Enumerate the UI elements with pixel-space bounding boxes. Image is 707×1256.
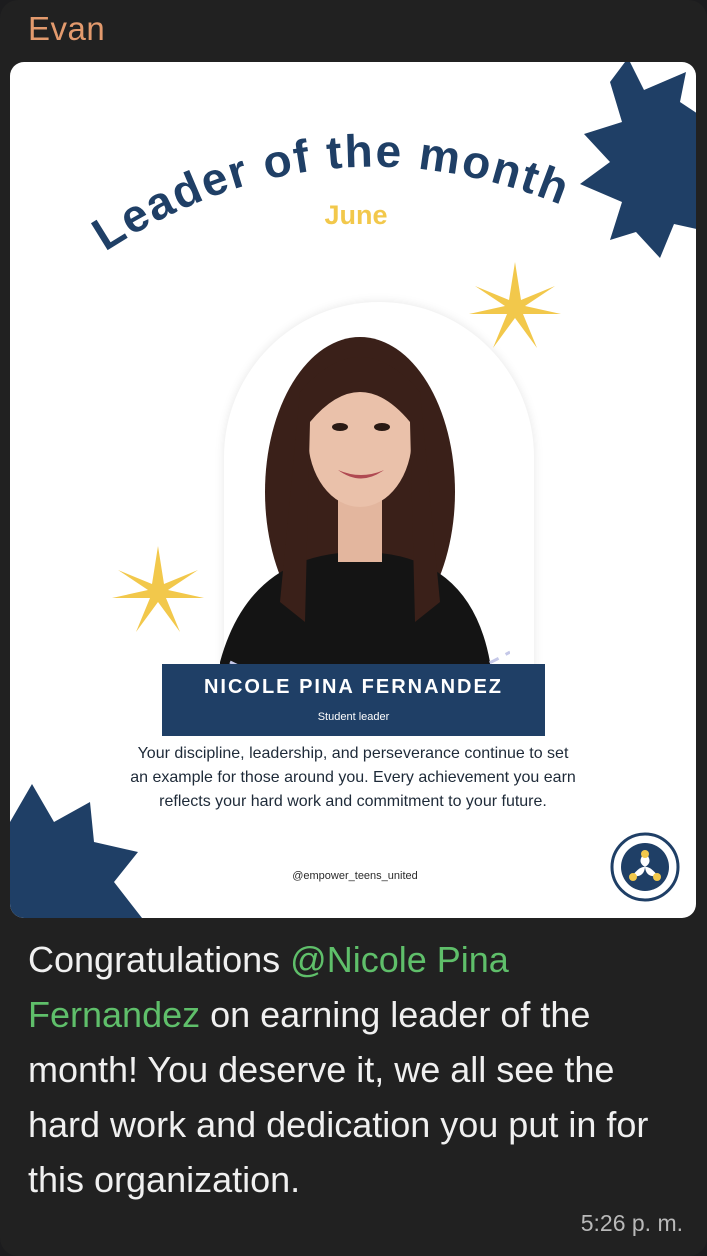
message-caption: Congratulations @Nicole Pina Fernandez o… [28,932,688,1207]
svg-text:Leader of the month: Leader of the month [83,124,578,260]
message-bubble[interactable]: Evan Leader of the month June NICOLE PIN… [0,0,707,1256]
month-text: June [324,200,387,230]
caption-prefix: Congratulations [28,939,291,980]
card-body-text: Your discipline, leadership, and perseve… [130,745,576,810]
student-name: NICOLE PINA FERNANDEZ [203,676,504,698]
shared-image-card[interactable]: Leader of the month June NICOLE PINA FER… [10,62,696,918]
organization-logo-icon [610,832,680,902]
headline-text: Leader of the month [83,124,576,260]
instagram-handle: @empower_teens_united [292,870,418,882]
sender-name[interactable]: Evan [28,10,105,48]
student-role: Student leader [317,711,390,723]
starburst-bottom-left [10,784,142,918]
message-timestamp: 5:26 p. m. [580,1210,683,1236]
portrait-photo [220,337,510,702]
starburst-top-right [580,62,696,258]
name-banner: NICOLE PINA FERNANDEZ Student leader [162,664,545,736]
